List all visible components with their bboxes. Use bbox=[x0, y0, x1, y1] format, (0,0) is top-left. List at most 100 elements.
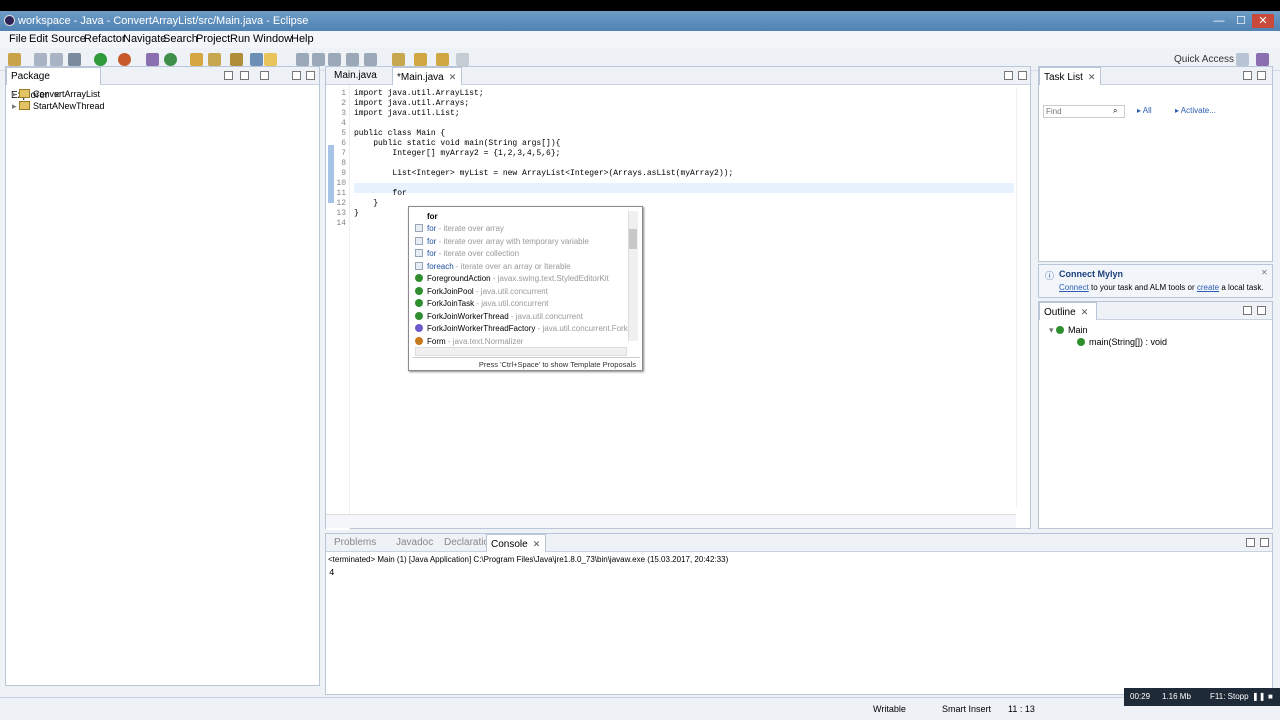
tab-outline[interactable]: Outline ✕ bbox=[1039, 302, 1097, 320]
search-icon[interactable] bbox=[208, 53, 221, 66]
close-icon[interactable]: ✕ bbox=[1088, 72, 1096, 82]
minimize-view-icon[interactable] bbox=[1246, 538, 1255, 547]
new-class-icon[interactable] bbox=[164, 53, 177, 66]
view-menu-icon[interactable] bbox=[260, 71, 269, 80]
tab-main-java[interactable]: Main.java bbox=[330, 67, 382, 85]
tab-problems[interactable]: Problems bbox=[330, 534, 376, 552]
open-task-icon[interactable] bbox=[230, 53, 243, 66]
menu-project[interactable]: Project bbox=[196, 33, 230, 45]
activate-link[interactable]: Activate... bbox=[1181, 106, 1216, 115]
quick-access-field[interactable]: Quick Access bbox=[1174, 54, 1234, 65]
proposal-item[interactable]: for - iterate over collection bbox=[415, 249, 519, 258]
pause-icon[interactable]: ❚❚ bbox=[1252, 692, 1265, 701]
close-icon[interactable]: ✕ bbox=[449, 72, 457, 82]
close-icon[interactable]: ✕ bbox=[1261, 268, 1268, 277]
menu-search[interactable]: Search bbox=[163, 33, 198, 45]
stop-icon[interactable]: ■ bbox=[1268, 692, 1273, 701]
tree-item-startanewthread[interactable]: ▸ StartANewThread bbox=[12, 101, 105, 112]
menu-edit[interactable]: Edit bbox=[29, 33, 48, 45]
interface-icon bbox=[415, 324, 423, 332]
menu-navigate[interactable]: Navigate bbox=[123, 33, 166, 45]
run-icon[interactable] bbox=[94, 53, 107, 66]
minimize-view-icon[interactable] bbox=[1243, 306, 1252, 315]
outline-method-item[interactable]: main(String[]) : void bbox=[1077, 337, 1167, 347]
maximize-button[interactable]: ☐ bbox=[1230, 14, 1252, 28]
toggle-mark-icon[interactable] bbox=[250, 53, 263, 66]
task-filter-all[interactable]: ▸ All bbox=[1137, 106, 1152, 115]
menu-source[interactable]: Source bbox=[51, 33, 86, 45]
minimize-view-icon[interactable] bbox=[1004, 71, 1013, 80]
tab-task-list[interactable]: Task List ✕ bbox=[1039, 67, 1101, 85]
proposal-item[interactable]: ForkJoinWorkerThreadFactory - java.util.… bbox=[415, 324, 632, 333]
proposal-item[interactable]: ForkJoinTask - java.util.concurrent bbox=[415, 299, 548, 308]
overview-ruler bbox=[1016, 87, 1028, 507]
proposal-item[interactable]: ForegroundAction - javax.swing.text.Styl… bbox=[415, 274, 609, 283]
proposal-item[interactable]: ForkJoinPool - java.util.concurrent bbox=[415, 286, 548, 296]
maximize-view-icon[interactable] bbox=[1257, 306, 1266, 315]
pin-editor-icon[interactable] bbox=[456, 53, 469, 66]
proposal-description: - iterate over an array or Iterable bbox=[453, 261, 571, 271]
previous-annotation-icon[interactable] bbox=[364, 53, 377, 66]
minimize-view-icon[interactable] bbox=[292, 71, 301, 80]
proposal-item[interactable]: for - iterate over array with temporary … bbox=[415, 236, 589, 246]
minimize-view-icon[interactable] bbox=[1243, 71, 1252, 80]
create-link[interactable]: create bbox=[1197, 283, 1219, 292]
block-selection-icon[interactable] bbox=[312, 53, 325, 66]
save-all-icon[interactable] bbox=[50, 53, 63, 66]
expand-icon[interactable]: ▾ bbox=[1049, 325, 1056, 335]
debug-icon[interactable] bbox=[68, 53, 81, 66]
save-icon[interactable] bbox=[34, 53, 47, 66]
close-button[interactable]: ✕ bbox=[1252, 14, 1274, 28]
forward-icon[interactable] bbox=[436, 53, 449, 66]
proposal-item[interactable]: ForkJoinWorkerThread - java.util.concurr… bbox=[415, 311, 583, 321]
collapse-all-icon[interactable] bbox=[224, 71, 233, 80]
proposal-item[interactable]: foreach - iterate over an array or Itera… bbox=[415, 261, 571, 271]
outline-class-item[interactable]: ▾ Main bbox=[1049, 325, 1088, 336]
tree-item-convertarraylist[interactable]: ▸ ConvertArrayList bbox=[12, 89, 100, 100]
maximize-view-icon[interactable] bbox=[1260, 538, 1269, 547]
horizontal-scrollbar[interactable] bbox=[415, 347, 627, 356]
class-icon bbox=[415, 299, 423, 307]
next-annotation-icon[interactable] bbox=[346, 53, 359, 66]
maximize-view-icon[interactable] bbox=[1018, 71, 1027, 80]
proposal-item[interactable]: Form - java.text.Normalizer bbox=[415, 336, 523, 346]
new-java-project-icon[interactable] bbox=[146, 53, 159, 66]
menu-run[interactable]: Run bbox=[230, 33, 250, 45]
word-wrap-icon[interactable] bbox=[328, 53, 341, 66]
content-assist-popup[interactable]: for for - iterate over array for - iterat… bbox=[408, 206, 643, 371]
horizontal-scrollbar[interactable] bbox=[326, 514, 1016, 528]
proposal-description: - java.util.concurrent.ForkJ bbox=[535, 324, 632, 333]
new-icon[interactable] bbox=[8, 53, 21, 66]
java-perspective-icon[interactable] bbox=[1256, 53, 1269, 66]
expand-icon[interactable]: ▸ bbox=[12, 101, 19, 111]
scrollbar-thumb[interactable] bbox=[629, 229, 637, 249]
maximize-view-icon[interactable] bbox=[1257, 71, 1266, 80]
last-edit-icon[interactable] bbox=[392, 53, 405, 66]
close-icon[interactable]: ✕ bbox=[533, 539, 541, 549]
tab-package-explorer[interactable]: Package Explorer✕ bbox=[6, 67, 101, 101]
task-activate[interactable]: ▸ Activate... bbox=[1175, 106, 1216, 115]
minimize-button[interactable]: — bbox=[1208, 14, 1230, 28]
tab-console[interactable]: Console ✕ bbox=[486, 534, 546, 552]
close-icon[interactable]: ✕ bbox=[1081, 307, 1089, 317]
proposal-item[interactable]: for - iterate over array bbox=[415, 224, 504, 233]
expand-icon[interactable]: ▸ bbox=[12, 89, 19, 99]
open-perspective-icon[interactable] bbox=[1236, 53, 1249, 66]
menu-refactor[interactable]: Refactor bbox=[84, 33, 126, 45]
menu-help[interactable]: Help bbox=[291, 33, 314, 45]
open-type-icon[interactable] bbox=[190, 53, 203, 66]
project-icon bbox=[19, 89, 31, 98]
show-whitespace-icon[interactable] bbox=[296, 53, 309, 66]
menu-window[interactable]: Window bbox=[253, 33, 292, 45]
recorder-time: 00:29 bbox=[1130, 692, 1151, 701]
maximize-view-icon[interactable] bbox=[306, 71, 315, 80]
back-icon[interactable] bbox=[414, 53, 427, 66]
connect-link[interactable]: Connect bbox=[1059, 283, 1089, 292]
menu-file[interactable]: File bbox=[9, 33, 27, 45]
external-tools-icon[interactable] bbox=[118, 53, 131, 66]
tab-main-java-dirty[interactable]: *Main.java ✕ bbox=[392, 67, 462, 85]
highlight-icon[interactable] bbox=[264, 53, 277, 66]
link-editor-icon[interactable] bbox=[240, 71, 249, 80]
all-link[interactable]: All bbox=[1143, 106, 1152, 115]
tab-javadoc[interactable]: Javadoc bbox=[392, 534, 433, 552]
